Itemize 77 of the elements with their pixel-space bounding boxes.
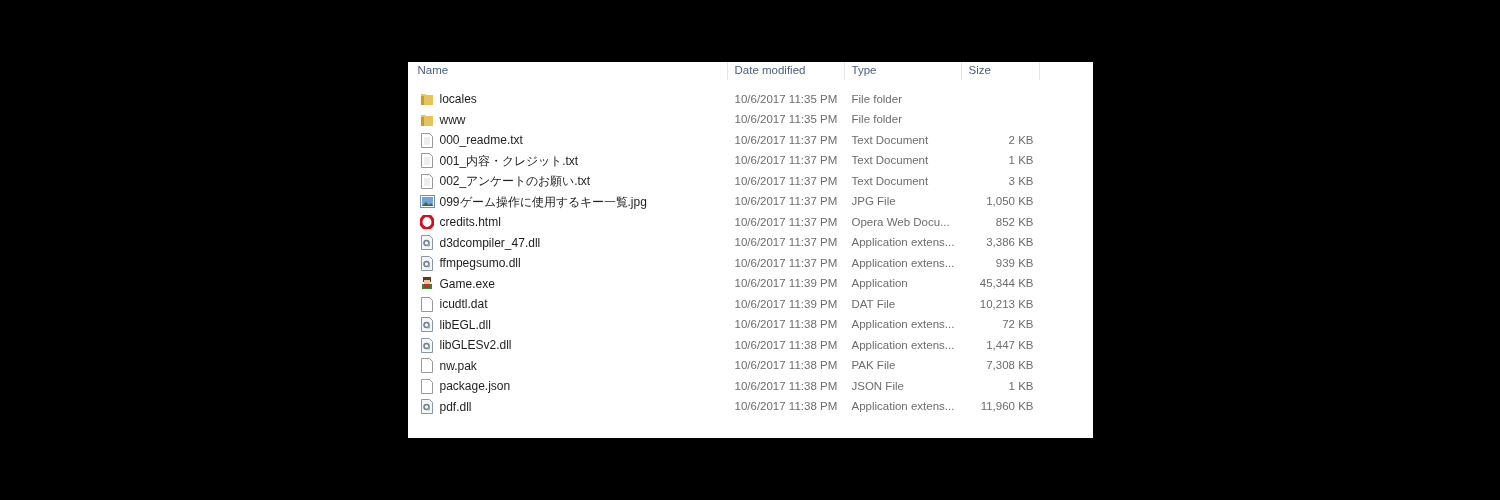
size-cell-text: 1,447 KB — [986, 337, 1034, 353]
file-name[interactable]: Game.exe — [439, 274, 495, 293]
file-name[interactable]: 001_内容・クレジット.txt — [439, 151, 579, 170]
text-file-icon — [421, 153, 433, 169]
file-name[interactable]: credits.html — [439, 213, 501, 232]
file-name[interactable]: d3dcompiler_47.dll — [439, 233, 541, 252]
size-cell-text: 1 KB — [1008, 153, 1034, 169]
type-cell-text: Application extens... — [850, 399, 956, 415]
date-cell-text: 10/6/2017 11:39 PM — [733, 296, 839, 312]
type-cell-text: Application extens... — [850, 235, 956, 251]
size-cell-text: 72 KB — [1002, 317, 1034, 333]
type-cell-text: File folder — [850, 112, 903, 128]
size-cell-text: 3,386 KB — [986, 235, 1034, 251]
type-cell-text: Text Document — [850, 173, 930, 189]
file-name[interactable]: pdf.dll — [439, 397, 472, 416]
type-cell-text: Application — [850, 276, 909, 292]
type-cell-text: JSON File — [850, 378, 905, 394]
blank-file-icon — [421, 358, 433, 374]
file-name[interactable]: 000_readme.txt — [439, 131, 523, 150]
size-cell-text: 7,308 KB — [986, 358, 1034, 374]
size-cell-text: 10,213 KB — [979, 296, 1034, 312]
type-cell-text: Text Document — [850, 153, 930, 169]
type-cell-text: Application extens... — [850, 337, 956, 353]
date-cell-text: 10/6/2017 11:35 PM — [733, 91, 839, 107]
size-cell-text: 3 KB — [1008, 173, 1034, 189]
size-cell-text: 1,050 KB — [986, 194, 1034, 210]
size-cell-text: 1 KB — [1008, 378, 1034, 394]
text-file-icon — [421, 132, 433, 148]
size-cell-text: 45,344 KB — [979, 276, 1034, 292]
file-name[interactable]: 002_アンケートのお願い.txt — [439, 172, 591, 191]
name-column-header[interactable]: Name — [407, 62, 728, 80]
file-name[interactable]: nw.pak — [439, 356, 477, 375]
date-cell-text: 10/6/2017 11:39 PM — [733, 276, 839, 292]
type-cell-text: File folder — [850, 91, 903, 107]
date-cell-text: 10/6/2017 11:37 PM — [733, 173, 839, 189]
file-name[interactable]: 099ゲーム操作に使用するキー一覧.jpg — [439, 192, 647, 211]
date-cell-text: 10/6/2017 11:37 PM — [733, 235, 839, 251]
folder-icon — [420, 112, 434, 127]
date-cell-text: 10/6/2017 11:35 PM — [733, 112, 839, 128]
file-name[interactable]: icudtl.dat — [439, 295, 488, 314]
date-cell-text: 10/6/2017 11:37 PM — [733, 194, 839, 210]
text-file-icon — [421, 173, 433, 189]
type-cell-text: Opera Web Docu... — [850, 214, 951, 230]
date-cell-text: 10/6/2017 11:37 PM — [733, 214, 839, 230]
type-cell-text: Application extens... — [850, 317, 956, 333]
file-name[interactable]: libGLESv2.dll — [439, 336, 512, 355]
date-cell-text: 10/6/2017 11:38 PM — [733, 317, 839, 333]
date-cell-text: 10/6/2017 11:37 PM — [733, 132, 839, 148]
image-file-icon — [419, 195, 435, 209]
character-icon — [420, 276, 434, 291]
opera-icon — [420, 215, 434, 230]
size-cell-text: 939 KB — [995, 255, 1034, 271]
file-name[interactable]: package.json — [439, 377, 511, 396]
type-column-header[interactable]: Type — [844, 62, 962, 80]
size-column-header[interactable]: Size — [961, 62, 1040, 80]
size-cell-text: 11,960 KB — [980, 399, 1034, 415]
folder-icon — [420, 92, 434, 107]
size-cell-text: 2 KB — [1008, 132, 1034, 148]
date-cell-text: 10/6/2017 11:37 PM — [733, 153, 839, 169]
type-cell-text: PAK File — [850, 358, 897, 374]
date-cell-text: 10/6/2017 11:37 PM — [733, 255, 839, 271]
date-cell-text: 10/6/2017 11:38 PM — [733, 337, 839, 353]
type-cell-text: Text Document — [850, 132, 930, 148]
file-name[interactable]: www — [439, 110, 466, 129]
type-cell-text: JPG File — [850, 194, 897, 210]
date-cell-text: 10/6/2017 11:38 PM — [733, 399, 839, 415]
blank-file-icon — [421, 296, 433, 312]
date-cell-text: 10/6/2017 11:38 PM — [733, 358, 839, 374]
file-name[interactable]: ffmpegsumo.dll — [439, 254, 521, 273]
size-cell-text: 852 KB — [995, 214, 1034, 230]
blank-file-icon — [421, 378, 433, 394]
date-cell-text: 10/6/2017 11:38 PM — [733, 378, 839, 394]
date-column-header[interactable]: Date modified — [727, 62, 845, 80]
file-name[interactable]: locales — [439, 90, 477, 109]
type-cell-text: Application extens... — [850, 255, 956, 271]
type-cell-text: DAT File — [850, 296, 897, 312]
file-name[interactable]: libEGL.dll — [439, 315, 491, 334]
